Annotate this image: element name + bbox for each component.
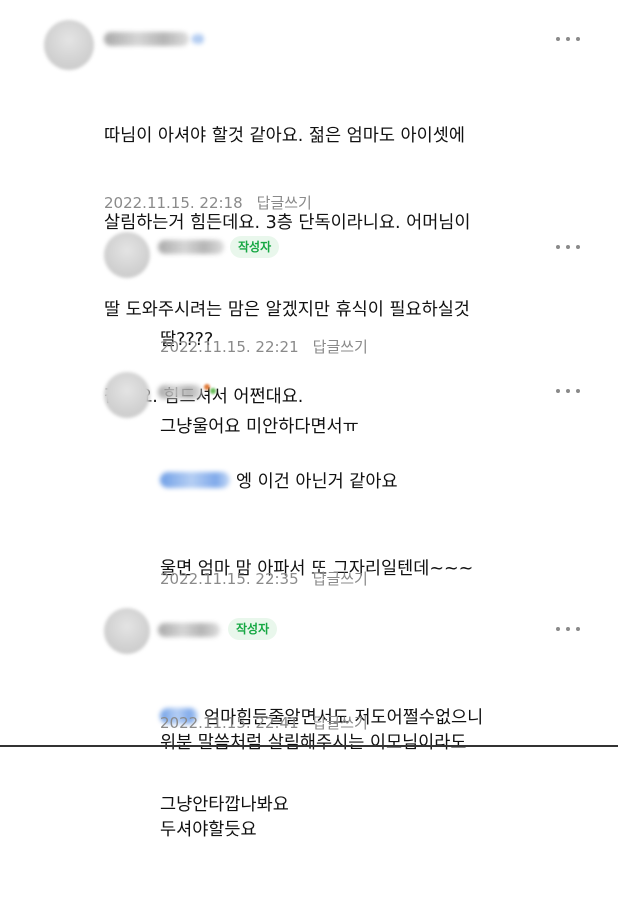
author-name-accent <box>210 388 216 394</box>
timestamp: 2022.11.15. 22:41 <box>160 713 299 732</box>
comment-meta: 2022.11.15. 22:21 답글쓰기 <box>160 336 368 357</box>
reply-button[interactable]: 답글쓰기 <box>313 712 368 733</box>
mention-tag[interactable] <box>160 472 230 488</box>
author-name[interactable] <box>158 623 220 637</box>
author-name[interactable] <box>158 240 224 254</box>
more-options-icon[interactable] <box>556 34 580 44</box>
comment-meta: 2022.11.15. 22:35 답글쓰기 <box>160 568 368 589</box>
reply-button[interactable]: 답글쓰기 <box>313 336 368 357</box>
more-options-icon[interactable] <box>556 242 580 252</box>
comment-meta: 2022.11.15. 22:41 답글쓰기 <box>160 712 368 733</box>
more-options-icon[interactable] <box>556 386 580 396</box>
author-badge: 작성자 <box>228 618 278 640</box>
timestamp: 2022.11.15. 22:18 <box>104 193 243 212</box>
comment-line: 살림하는거 힘든데요. 3층 단독이라니요. 어머님이 <box>104 213 471 233</box>
avatar[interactable] <box>104 608 150 654</box>
comment-meta: 2022.11.15. 22:18 답글쓰기 <box>104 192 312 213</box>
author-name[interactable] <box>158 385 202 399</box>
comment-line: 엥 이건 아닌거 같아요 <box>160 468 473 497</box>
reply-button[interactable]: 답글쓰기 <box>257 192 312 213</box>
more-options-icon[interactable] <box>556 624 580 634</box>
reply-button[interactable]: 답글쓰기 <box>313 568 368 589</box>
comment-line: 따님이 아셔야 할것 같아요. 젊은 엄마도 아이셋에 <box>104 126 465 146</box>
comment-text: 엄마힘든줄알면서도 저도어쩔수없으니 그냥안타깝나봐요 <box>160 646 483 878</box>
author-badge: 작성자 <box>230 236 280 258</box>
avatar[interactable] <box>104 372 150 418</box>
avatar[interactable] <box>104 232 150 278</box>
author-name[interactable] <box>104 32 189 46</box>
author-name-accent <box>192 34 204 44</box>
author-name-accent <box>204 384 210 390</box>
timestamp: 2022.11.15. 22:35 <box>160 569 299 588</box>
timestamp: 2022.11.15. 22:21 <box>160 337 299 356</box>
comment-line: 그냥안타깝나봐요 <box>160 795 289 815</box>
avatar[interactable] <box>44 20 94 70</box>
comment-line-text: 엥 이건 아닌거 같아요 <box>236 472 398 492</box>
